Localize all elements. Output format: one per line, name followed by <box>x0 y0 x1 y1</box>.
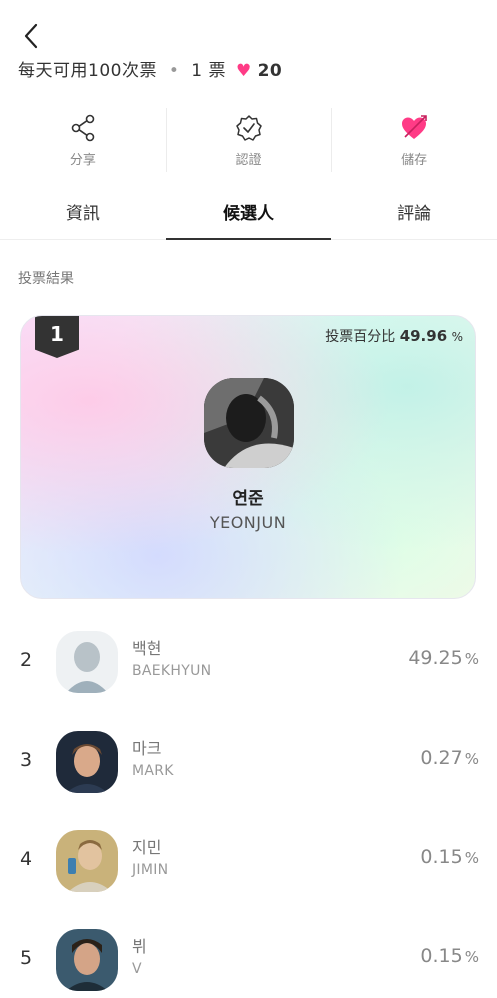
avatar <box>56 731 118 793</box>
share-label: 分享 <box>69 152 96 168</box>
candidate-eng-name: MARK <box>132 763 174 779</box>
verify-label: 認證 <box>235 152 262 168</box>
candidate-percent: 0.15% <box>420 846 479 868</box>
candidate-name: 백현 <box>132 639 162 658</box>
candidate-name: 마크 <box>132 739 162 758</box>
candidate-name: 지민 <box>132 838 162 857</box>
winner-name: 연준 <box>232 489 264 509</box>
rank-badge: 1 <box>35 316 79 358</box>
verified-badge-icon <box>235 114 262 141</box>
candidate-percent: 49.25% <box>408 647 479 669</box>
percent-unit: % <box>464 650 479 668</box>
percent-label: 投票百分比 <box>325 329 396 345</box>
rank-number: 3 <box>20 749 33 771</box>
chevron-left-icon <box>24 23 38 49</box>
list-item[interactable]: 3 마크 MARK 0.27% <box>0 727 497 797</box>
avatar <box>56 631 118 693</box>
daily-vote-text: 每天可用100次票 <box>18 61 157 78</box>
percent-value: 49.96 <box>399 327 448 345</box>
ticket-text: 1 票 <box>191 61 227 78</box>
vote-info-line: 每天可用100次票 • 1 票 ♥ 20 <box>18 56 282 78</box>
rank-number: 5 <box>20 947 33 969</box>
winner-eng-name: YEONJUN <box>209 513 287 532</box>
action-bar: 分享 認證 儲存 <box>0 100 497 180</box>
share-icon <box>71 114 95 141</box>
avatar <box>56 830 118 892</box>
percent-value: 49.25 <box>408 647 463 669</box>
candidate-eng-name: BAEKHYUN <box>132 663 212 679</box>
separator-dot: • <box>168 61 180 78</box>
tab-comments[interactable]: 評論 <box>331 192 497 239</box>
tab-candidates[interactable]: 候選人 <box>165 192 332 240</box>
percent-unit: % <box>451 330 463 344</box>
percent-value: 0.27 <box>420 747 463 769</box>
heart-icon: ♥ <box>235 61 252 78</box>
percent-value: 0.15 <box>420 846 463 868</box>
list-item[interactable]: 2 백현 BAEKHYUN 49.25% <box>0 627 497 697</box>
avatar <box>204 378 294 468</box>
list-item[interactable]: 5 뷔 V 0.15% <box>0 925 497 995</box>
percent-value: 0.15 <box>420 945 463 967</box>
percent-unit: % <box>464 750 479 768</box>
save-button[interactable]: 儲存 <box>331 100 497 180</box>
candidate-percent: 0.27% <box>420 747 479 769</box>
section-title: 投票結果 <box>18 271 74 287</box>
heart-arrow-icon <box>402 114 427 139</box>
heart-count: 20 <box>257 61 283 78</box>
percent-unit: % <box>464 948 479 966</box>
candidate-percent: 0.15% <box>420 945 479 967</box>
candidate-eng-name: V <box>132 961 142 977</box>
candidate-eng-name: JIMIN <box>132 862 169 878</box>
tab-bar: 資訊 候選人 評論 <box>0 192 497 240</box>
save-label: 儲存 <box>401 152 428 168</box>
verify-button[interactable]: 認證 <box>165 100 332 180</box>
list-item[interactable]: 4 지민 JIMIN 0.15% <box>0 826 497 896</box>
percent-unit: % <box>464 849 479 867</box>
winner-percent: 投票百分比 49.96 % <box>325 326 463 346</box>
candidate-name: 뷔 <box>132 937 147 956</box>
tab-info[interactable]: 資訊 <box>0 192 166 239</box>
back-button[interactable] <box>20 22 44 50</box>
avatar <box>56 929 118 991</box>
rank-number: 4 <box>20 848 33 870</box>
rank-number: 2 <box>20 649 33 671</box>
share-button[interactable]: 分享 <box>0 100 166 180</box>
winner-card[interactable]: 1 投票百分比 49.96 % 연준 YEONJUN <box>20 315 476 599</box>
